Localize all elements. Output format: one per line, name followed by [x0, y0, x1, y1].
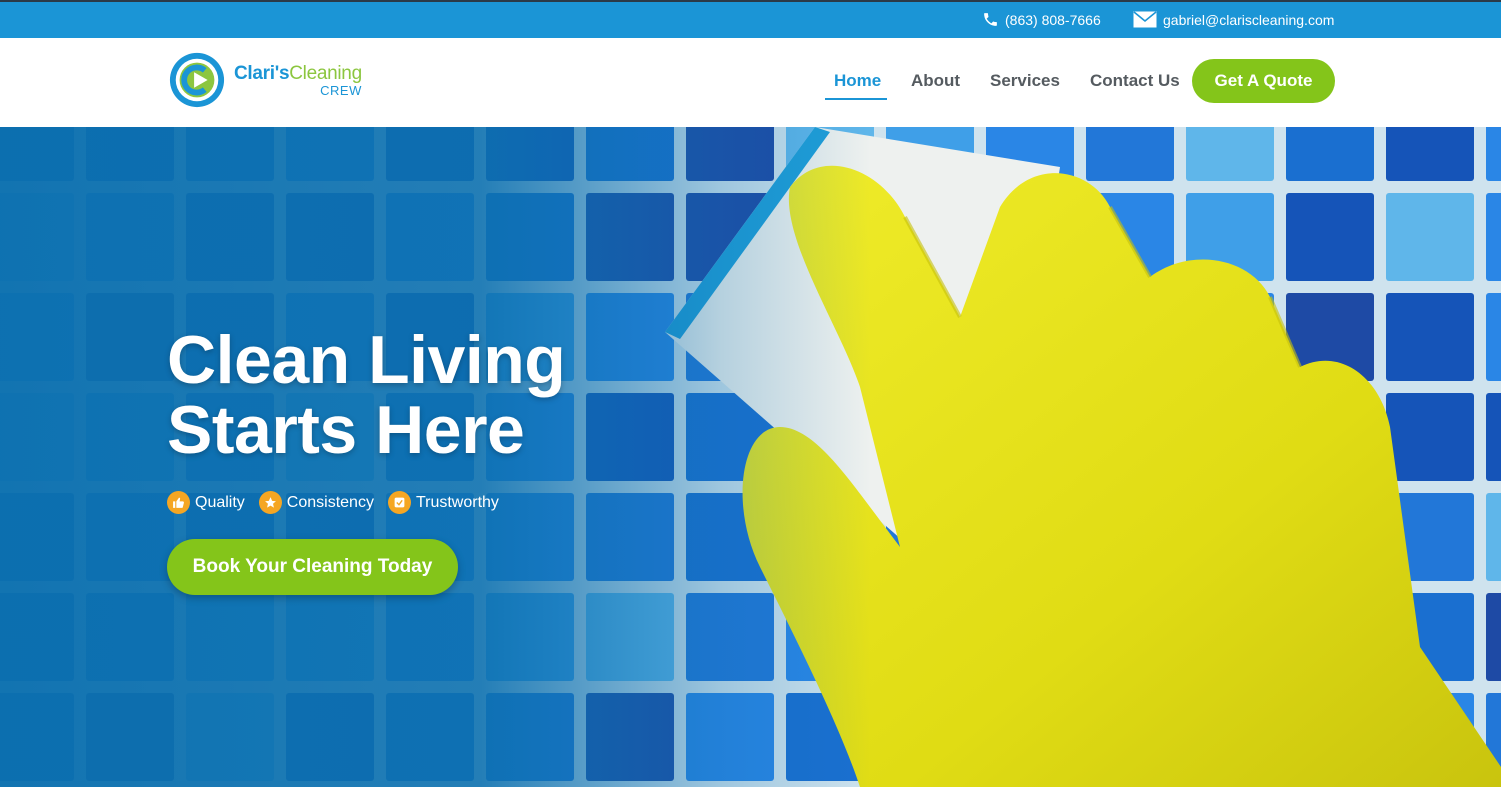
logo-name-part2: Cleaning: [289, 62, 362, 84]
get-a-quote-button[interactable]: Get A Quote: [1192, 59, 1335, 103]
badge-trustworthy-label: Trustworthy: [415, 493, 499, 511]
badge-quality: Quality: [167, 491, 245, 514]
nav-home[interactable]: Home: [834, 71, 881, 91]
logo-mark-icon: [169, 52, 225, 108]
logo-name-part1: Clari's: [234, 62, 290, 84]
hero-section: Clean Living Starts Here Quality Consist…: [0, 127, 1501, 787]
site-logo[interactable]: Clari'sCleaning CREW: [168, 51, 362, 109]
nav-about[interactable]: About: [911, 71, 960, 91]
hero-badges: Quality Consistency Trustworthy: [167, 491, 513, 514]
top-contact-bar: (863) 808-7666 gabriel@clarisclean­ing.c…: [0, 0, 1501, 38]
mail-icon: [1133, 11, 1157, 28]
hero-title: Clean Living Starts Here: [167, 322, 566, 468]
badge-quality-label: Quality: [195, 493, 245, 511]
phone-number[interactable]: (863) 808-7666: [1005, 12, 1101, 28]
hero-title-line2: Starts Here: [167, 392, 525, 468]
star-icon: [258, 491, 282, 514]
main-header: Clari'sCleaning CREW Home About Services…: [0, 38, 1501, 127]
nav-active-indicator: [825, 98, 887, 100]
book-cleaning-button[interactable]: Book Your Cleaning Today: [167, 539, 458, 595]
thumbs-up-icon: [167, 491, 190, 514]
nav-contact-us[interactable]: Contact Us: [1090, 71, 1180, 91]
badge-trustworthy: Trustworthy: [387, 491, 499, 514]
check-icon: [387, 491, 411, 514]
logo-tagline: CREW: [320, 82, 362, 98]
phone-contact[interactable]: (863) 808-7666: [982, 11, 1101, 28]
phone-icon: [984, 13, 997, 26]
email-address[interactable]: gabriel@clarisclean­ing.com: [1163, 12, 1334, 28]
badge-consistency: Consistency: [258, 491, 374, 514]
nav-services[interactable]: Services: [990, 71, 1060, 91]
badge-consistency-label: Consistency: [286, 493, 374, 511]
hero-title-line1: Clean Living: [167, 322, 566, 398]
email-contact[interactable]: gabriel@clarisclean­ing.com: [1133, 11, 1334, 28]
